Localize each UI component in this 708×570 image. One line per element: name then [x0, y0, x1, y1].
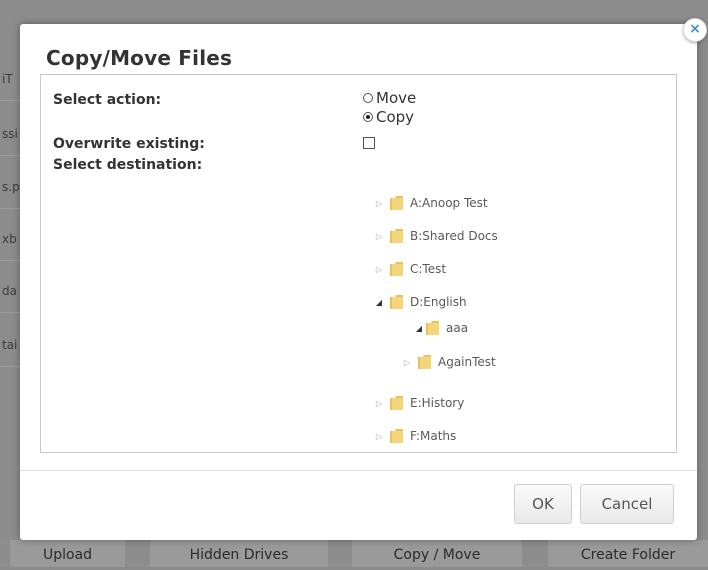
folder-icon	[390, 196, 403, 210]
ok-button[interactable]: OK	[514, 484, 572, 524]
triangle-right-icon[interactable]: ▷	[373, 432, 385, 441]
dialog-title: Copy/Move Files	[46, 46, 233, 70]
upload-button[interactable]: Upload	[10, 540, 125, 567]
select-action-label: Select action:	[53, 92, 162, 108]
move-radio[interactable]	[363, 93, 373, 103]
tree-item-label: E:History	[410, 396, 465, 410]
triangle-right-icon[interactable]: ▷	[373, 265, 385, 274]
triangle-down-icon[interactable]: ◢	[373, 298, 385, 307]
tree-item-label: A:Anoop Test	[410, 196, 488, 210]
triangle-right-icon[interactable]: ▷	[373, 232, 385, 241]
tree-item-c[interactable]: ▷ C:Test	[373, 261, 446, 277]
triangle-down-icon[interactable]: ◢	[413, 324, 425, 333]
move-option-label: Move	[376, 89, 417, 107]
close-icon[interactable]: ×	[683, 18, 707, 42]
bg-text-fragment: s.p	[2, 180, 20, 194]
copy-move-dialog: Copy/Move Files Select action: Move Copy…	[20, 24, 697, 540]
bg-text-fragment: tai	[2, 338, 18, 352]
tree-item-label: F:Maths	[410, 429, 457, 443]
overwrite-label: Overwrite existing:	[53, 136, 205, 152]
folder-icon	[390, 229, 403, 243]
tree-item-e[interactable]: ▷ E:History	[373, 395, 464, 411]
folder-icon	[390, 396, 403, 410]
dialog-content-panel: Select action: Move Copy Overwrite exist…	[40, 74, 677, 453]
bg-text-fragment: xb	[2, 232, 17, 246]
tree-item-b[interactable]: ▷ B:Shared Docs	[373, 228, 498, 244]
tree-item-label: aaa	[446, 321, 469, 335]
footer-divider	[20, 470, 697, 471]
folder-icon	[418, 355, 431, 369]
tree-item-a[interactable]: ▷ A:Anoop Test	[373, 195, 488, 211]
folder-icon	[390, 295, 403, 309]
bg-text-fragment: da	[2, 284, 17, 298]
hidden-drives-button[interactable]: Hidden Drives	[150, 540, 328, 567]
folder-icon	[390, 429, 403, 443]
overwrite-checkbox[interactable]	[363, 137, 375, 149]
create-folder-button[interactable]: Create Folder	[548, 540, 708, 567]
copy-move-button[interactable]: Copy / Move	[352, 540, 522, 567]
move-option[interactable]: Move	[363, 89, 416, 107]
cancel-button[interactable]: Cancel	[580, 484, 674, 524]
bg-text-fragment: iT	[2, 72, 13, 86]
select-destination-label: Select destination:	[53, 157, 203, 173]
tree-item-aaa[interactable]: ◢ aaa	[413, 320, 468, 336]
tree-item-f[interactable]: ▷ F:Maths	[373, 428, 456, 444]
tree-item-label: B:Shared Docs	[410, 229, 498, 243]
copy-option-label: Copy	[376, 108, 415, 126]
bg-text-fragment: ssi	[2, 127, 18, 141]
tree-item-label: AgainTest	[438, 355, 496, 369]
triangle-right-icon[interactable]: ▷	[401, 358, 413, 367]
triangle-right-icon[interactable]: ▷	[373, 399, 385, 408]
triangle-right-icon[interactable]: ▷	[373, 199, 385, 208]
folder-icon	[426, 321, 439, 335]
folder-icon	[390, 262, 403, 276]
tree-item-label: C:Test	[410, 262, 447, 276]
tree-item-d[interactable]: ◢ D:English	[373, 294, 467, 310]
tree-item-label: D:English	[410, 295, 467, 309]
copy-option[interactable]: Copy	[363, 108, 414, 126]
tree-item-againtest[interactable]: ▷ AgainTest	[401, 354, 496, 370]
copy-radio[interactable]	[363, 112, 373, 122]
